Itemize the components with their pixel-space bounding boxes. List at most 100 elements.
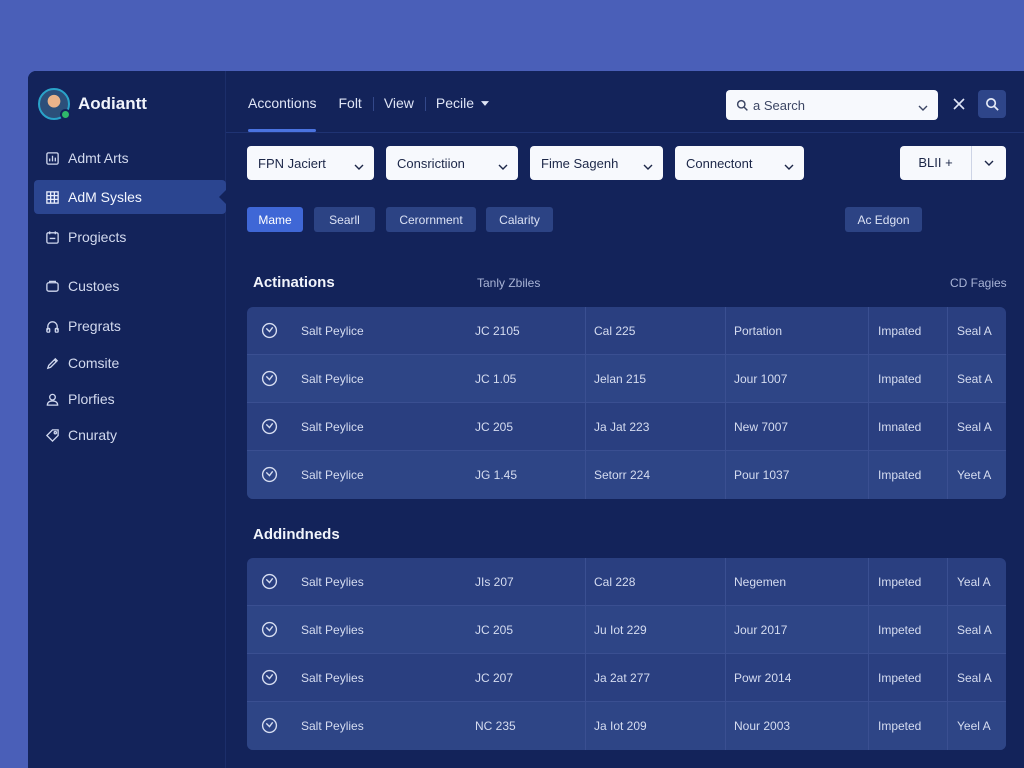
headset-icon (44, 318, 60, 334)
column-divider (868, 307, 869, 355)
sidebar-item-cnuraty[interactable]: Cnuraty (34, 418, 226, 452)
table-row[interactable]: Salt Peylies JC 207 Ja 2at 277 Powr 2014 Imp… (247, 654, 1006, 702)
table-row[interactable]: Salt Peylice JC 205 Ja Jat 223 New 7007 Imna… (247, 403, 1006, 451)
menu-accontions[interactable]: Accontions (248, 95, 328, 132)
table-cell: Impeted (878, 719, 922, 733)
table-row[interactable]: Salt Peylies JC 205 Ju Iot 229 Jour 2017 Imp… (247, 606, 1006, 654)
sidebar-item-pregrats[interactable]: Pregrats (34, 309, 226, 343)
column-divider (585, 403, 586, 451)
sidebar-item-comsite[interactable]: Comsite (34, 346, 226, 380)
table-cell: JC 205 (475, 623, 514, 637)
table-row[interactable]: Salt Peylies JIs 207 Cal 228 Negemen Impeted… (247, 558, 1006, 606)
filter-dropdown-fime[interactable]: Fime Sagenh (530, 146, 663, 180)
column-divider (585, 654, 586, 702)
sidebar-item-label: Plorfies (68, 391, 115, 407)
table-cell: Seat A (957, 372, 993, 386)
sidebar-item-admt-arts[interactable]: Admt Arts (34, 141, 226, 175)
sidebar-item-label: Pregrats (68, 318, 121, 334)
table-cell: JC 1.05 (475, 372, 517, 386)
table-cell: Impeted (878, 623, 922, 637)
table-row[interactable]: Salt Peylice JC 1.05 Jelan 215 Jour 1007 Imp… (247, 355, 1006, 403)
section-subtitle: Tanly Zbiles (477, 276, 541, 290)
table-cell: Ja Iot 209 (594, 719, 647, 733)
table-cell: Salt Peylies (301, 671, 364, 685)
column-divider (725, 355, 726, 403)
table-cell: Salt Peylies (301, 575, 364, 589)
table-cell: Jelan 215 (594, 372, 647, 386)
chip-searll[interactable]: Searll (314, 207, 375, 232)
caret-down-icon (481, 100, 490, 106)
table-cell: JC 2105 (475, 324, 520, 338)
search-button[interactable] (978, 90, 1006, 118)
table-row[interactable]: Salt Peylice JG 1.45 Setorr 224 Pour 1037 Im… (247, 451, 1006, 499)
filter-dropdown-connectont[interactable]: Connectont (675, 146, 804, 180)
table-cell: Salt Peylice (301, 468, 364, 482)
top-bar: Accontions Folt View Pecile a Search (226, 71, 1024, 133)
column-divider (725, 403, 726, 451)
avatar (38, 88, 71, 120)
table-cell: Impated (878, 324, 922, 338)
chevron-down-icon (918, 99, 928, 114)
table-cell: Imnated (878, 420, 922, 434)
table-cell: Salt Peylies (301, 623, 364, 637)
menu-folt[interactable]: Folt (338, 95, 375, 111)
search-input[interactable]: a Search (726, 90, 938, 120)
menu-pecile[interactable]: Pecile (436, 95, 501, 111)
clock-icon (261, 717, 278, 734)
column-divider (585, 558, 586, 606)
action-chip[interactable]: Ac Edgon (845, 207, 922, 232)
split-button: BLII + (900, 146, 1006, 180)
table-row[interactable]: Salt Peylies NC 235 Ja Iot 209 Nour 2003 Imp… (247, 702, 1006, 750)
search-icon (736, 99, 748, 111)
sidebar-item-label: AdM Sysles (68, 189, 142, 205)
split-button-dropdown[interactable] (972, 160, 1006, 166)
clock-icon (261, 669, 278, 686)
clock-icon (261, 466, 278, 483)
table-cell: Impeted (878, 575, 922, 589)
column-divider (585, 702, 586, 750)
chip-calarity[interactable]: Calarity (486, 207, 553, 232)
close-button[interactable] (948, 93, 970, 115)
column-divider (725, 558, 726, 606)
sidebar-item-plorfies[interactable]: Plorfies (34, 382, 226, 416)
grid-icon (44, 189, 60, 205)
table-row[interactable]: Salt Peylice JC 2105 Cal 225 Portation Impat… (247, 307, 1006, 355)
table-cell: JG 1.45 (475, 468, 518, 482)
search-placeholder: a Search (753, 97, 806, 113)
clock-icon (261, 621, 278, 638)
table-cell: Seal A (957, 671, 992, 685)
menu-view[interactable]: View (384, 95, 427, 111)
section-right-label[interactable]: CD Fagies (950, 276, 1007, 290)
chip-cerornment[interactable]: Cerornment (386, 207, 476, 232)
column-divider (947, 654, 948, 702)
search-icon (985, 97, 999, 111)
column-divider (947, 558, 948, 606)
filter-dropdown-consrictiion[interactable]: Consrictiion (386, 146, 518, 180)
clock-icon (261, 418, 278, 435)
sidebar-item-custoes[interactable]: Custoes (34, 269, 226, 303)
table-addindneds: Salt Peylies JIs 207 Cal 228 Negemen Impeted… (247, 558, 1006, 750)
sidebar-item-progiects[interactable]: Progiects (34, 220, 226, 254)
main-content: Accontions Folt View Pecile a Search FPN… (226, 71, 1024, 768)
sidebar-item-adm-sysles[interactable]: AdM Sysles (34, 180, 227, 214)
chip-mame[interactable]: Mame (247, 207, 303, 232)
table-cell: Yeel A (957, 719, 991, 733)
chevron-down-icon (784, 158, 794, 173)
column-divider (868, 403, 869, 451)
split-button-main[interactable]: BLII + (900, 146, 972, 180)
table-cell: Salt Peylies (301, 719, 364, 733)
close-icon (953, 98, 965, 110)
filter-dropdown-fpn[interactable]: FPN Jaciert (247, 146, 374, 180)
table-cell: Yeal A (957, 575, 991, 589)
table-cell: Jour 1007 (734, 372, 788, 386)
section-title-addindneds: Addindneds (253, 526, 340, 543)
brand[interactable]: Aodiantt (38, 88, 147, 120)
table-cell: Setorr 224 (594, 468, 651, 482)
table-cell: Cal 225 (594, 324, 636, 338)
box-icon (44, 278, 60, 294)
column-divider (868, 451, 869, 499)
column-divider (585, 451, 586, 499)
table-cell: Pour 1037 (734, 468, 790, 482)
table-cell: Seal A (957, 623, 992, 637)
column-divider (725, 702, 726, 750)
